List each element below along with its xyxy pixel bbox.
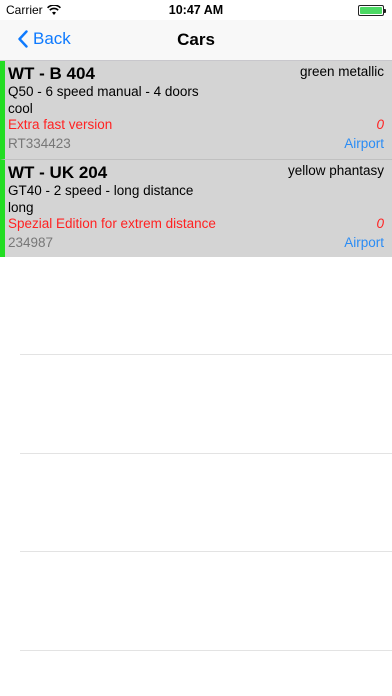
car-model-line1: GT40 - 2 speed - long distance xyxy=(8,183,194,198)
car-model-line2: long xyxy=(8,200,34,215)
navigation-bar: Back Cars xyxy=(0,20,392,61)
car-count: 0 xyxy=(376,117,384,132)
car-model: GT40 - 2 speed - long distance long xyxy=(8,182,258,216)
car-plate: WT - B 404 xyxy=(8,64,95,83)
car-location-link[interactable]: Airport xyxy=(344,136,384,151)
status-bar: Carrier 10:47 AM xyxy=(0,0,392,20)
car-model-line1: Q50 - 6 speed manual - 4 doors xyxy=(8,84,199,99)
car-location-link[interactable]: Airport xyxy=(344,235,384,250)
car-row[interactable]: WT - UK 204 yellow phantasy GT40 - 2 spe… xyxy=(0,159,392,257)
car-color: yellow phantasy xyxy=(287,163,384,178)
row-separator xyxy=(20,453,392,454)
row-separator xyxy=(20,650,392,651)
car-plate: WT - UK 204 xyxy=(8,163,108,182)
car-code: 234987 xyxy=(8,235,54,250)
car-code: RT334423 xyxy=(8,136,71,151)
car-row[interactable]: WT - B 404 green metallic Q50 - 6 speed … xyxy=(0,61,392,159)
battery-icon xyxy=(358,5,386,16)
car-count: 0 xyxy=(376,216,384,231)
car-model: Q50 - 6 speed manual - 4 doors cool xyxy=(8,83,258,117)
car-model-line2: cool xyxy=(8,101,33,116)
row-separator xyxy=(20,551,392,552)
car-list: WT - B 404 green metallic Q50 - 6 speed … xyxy=(0,61,392,257)
car-note: Extra fast version xyxy=(8,117,113,132)
page-title: Cars xyxy=(177,30,215,49)
car-color: green metallic xyxy=(299,64,384,79)
status-time: 10:47 AM xyxy=(168,3,224,17)
car-note: Spezial Edition for extrem distance xyxy=(8,216,216,231)
row-separator xyxy=(20,354,392,355)
